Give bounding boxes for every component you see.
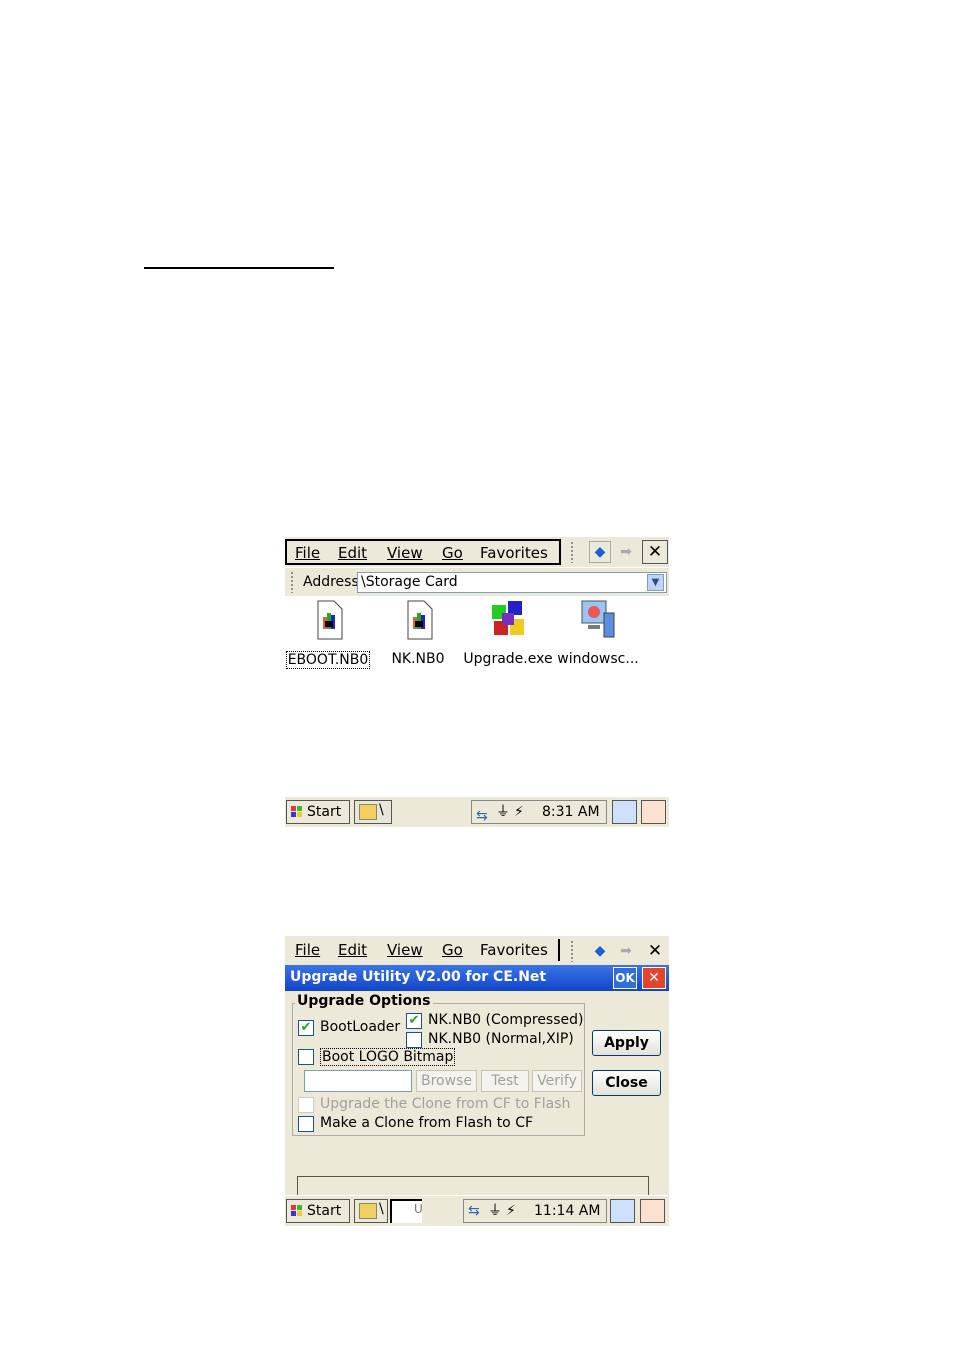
upgrade-app-icon — [488, 599, 528, 641]
bootloader-checkbox[interactable]: ✔ — [298, 1020, 314, 1036]
menu-favorites[interactable]: Favorites — [480, 941, 548, 959]
binary-file-icon — [308, 599, 348, 641]
browse-button[interactable]: Browse — [416, 1070, 477, 1092]
start-button[interactable]: Start — [286, 1199, 350, 1223]
nk-compressed-label: NK.NB0 (Compressed) — [428, 1012, 584, 1028]
menu-go[interactable]: Go — [442, 941, 463, 959]
toolbar-grip[interactable] — [570, 940, 574, 962]
file-label: NK.NB0 — [391, 651, 445, 667]
verify-button[interactable]: Verify — [532, 1070, 582, 1092]
input-panel-icon[interactable] — [641, 800, 666, 824]
taskbar-task-label: \ — [379, 1201, 384, 1217]
file-label: EBOOT.NB0 — [285, 651, 371, 669]
network-icon[interactable]: ⇆ — [468, 1200, 480, 1222]
taskbar-explorer-button[interactable]: \ — [354, 1199, 388, 1223]
file-item[interactable]: windowsc... — [553, 599, 643, 667]
group-title: Upgrade Options — [295, 993, 433, 1009]
menu-bar: File Edit View Go Favorites ◆ ➡ ✕ — [285, 936, 669, 964]
menu-file[interactable]: File — [295, 544, 320, 562]
taskbar-task-label: \ — [379, 802, 384, 818]
start-button[interactable]: Start — [286, 800, 350, 824]
network-icon[interactable]: ⇆ — [476, 805, 492, 824]
menu-bar: File Edit View Go Favorites ◆ ➡ ✕ — [285, 537, 669, 567]
nk-compressed-checkbox[interactable]: ✔ — [406, 1013, 422, 1029]
progress-bar — [297, 1176, 649, 1196]
bootloader-label: BootLoader — [320, 1019, 401, 1035]
address-input[interactable]: \Storage Card ▼ — [357, 572, 667, 593]
dialog-title: Upgrade Utility V2.00 for CE.Net — [290, 969, 547, 985]
computer-icon — [578, 599, 618, 641]
power-icon[interactable]: ⚡ — [514, 801, 524, 823]
start-label: Start — [307, 1203, 342, 1219]
clone-from-cf-checkbox[interactable] — [298, 1097, 314, 1113]
file-item[interactable]: NK.NB0 — [373, 599, 463, 667]
menu-view[interactable]: View — [387, 544, 423, 562]
close-icon[interactable]: ✕ — [642, 939, 668, 963]
forward-icon[interactable]: ➡ — [615, 541, 637, 563]
taskbar: Start \ ⇆ ⏚ ⚡ 8:31 AM — [285, 796, 669, 827]
address-bar: Address \Storage Card ▼ — [285, 568, 669, 596]
make-clone-label: Make a Clone from Flash to CF — [320, 1115, 534, 1131]
file-label: windowsc... — [557, 651, 639, 667]
bitmap-path-input[interactable] — [304, 1070, 412, 1092]
menu-file[interactable]: File — [295, 941, 320, 959]
usb-icon[interactable]: ⏚ — [496, 801, 510, 823]
menu-view[interactable]: View — [387, 941, 423, 959]
taskbar: Start \ U ⇆ ⏚ ⚡ 11:14 AM — [285, 1195, 669, 1226]
windows-flag-icon — [291, 806, 302, 817]
test-button[interactable]: Test — [481, 1070, 529, 1092]
file-label: Upgrade.exe — [463, 651, 553, 667]
boot-logo-label: Boot LOGO Bitmap — [320, 1048, 456, 1066]
windows-flag-icon — [291, 1205, 302, 1216]
forward-icon[interactable]: ➡ — [615, 940, 637, 962]
heading-underline — [144, 267, 334, 269]
nk-normal-label: NK.NB0 (Normal,XIP) — [428, 1031, 574, 1047]
nk-normal-checkbox[interactable] — [406, 1032, 422, 1048]
ok-button[interactable]: OK — [613, 967, 637, 989]
file-item[interactable]: EBOOT.NB0 — [285, 599, 373, 669]
folder-icon — [359, 1203, 377, 1219]
close-button[interactable]: Close — [592, 1070, 661, 1096]
clone-from-cf-label: Upgrade the Clone from CF to Flash — [320, 1096, 571, 1112]
upgrade-window: File Edit View Go Favorites ◆ ➡ ✕ Upgrad… — [285, 936, 669, 1226]
taskbar-upgrade-button[interactable]: U — [390, 1199, 423, 1223]
chevron-down-icon[interactable]: ▼ — [647, 574, 664, 591]
close-icon[interactable]: ✕ — [642, 967, 666, 989]
clock: 11:14 AM — [534, 1203, 601, 1219]
address-value: \Storage Card — [361, 574, 458, 590]
binary-file-icon — [398, 599, 438, 641]
dialog-titlebar: Upgrade Utility V2.00 for CE.Net OK ✕ — [285, 965, 669, 991]
apply-button[interactable]: Apply — [592, 1030, 661, 1056]
toolbar-grip[interactable] — [570, 541, 574, 563]
menu-favorites[interactable]: Favorites — [480, 544, 548, 562]
desktop-icon[interactable] — [610, 1199, 635, 1223]
boot-logo-checkbox[interactable] — [298, 1049, 314, 1065]
folder-icon — [359, 804, 377, 820]
input-panel-icon[interactable] — [640, 1199, 665, 1223]
close-icon[interactable]: ✕ — [642, 540, 668, 564]
address-label: Address — [303, 574, 359, 590]
desktop-icon[interactable] — [612, 800, 637, 824]
system-tray: ⇆ ⏚ ⚡ 11:14 AM — [463, 1199, 607, 1223]
make-clone-checkbox[interactable] — [298, 1116, 314, 1132]
back-icon[interactable]: ◆ — [589, 541, 611, 563]
usb-icon[interactable]: ⏚ — [488, 1200, 502, 1222]
address-grip[interactable] — [290, 571, 294, 593]
taskbar-task2-label: U — [414, 1202, 423, 1216]
explorer-window: File Edit View Go Favorites ◆ ➡ ✕ Addres… — [285, 537, 669, 827]
power-icon[interactable]: ⚡ — [506, 1200, 516, 1222]
taskbar-explorer-button[interactable]: \ — [354, 800, 392, 824]
menu-go[interactable]: Go — [442, 544, 463, 562]
menu-edit[interactable]: Edit — [338, 941, 367, 959]
system-tray: ⇆ ⏚ ⚡ 8:31 AM — [471, 800, 607, 824]
start-label: Start — [307, 804, 342, 820]
back-icon[interactable]: ◆ — [589, 940, 611, 962]
clock: 8:31 AM — [542, 804, 600, 820]
file-item[interactable]: Upgrade.exe — [463, 599, 553, 667]
menu-edit[interactable]: Edit — [338, 544, 367, 562]
